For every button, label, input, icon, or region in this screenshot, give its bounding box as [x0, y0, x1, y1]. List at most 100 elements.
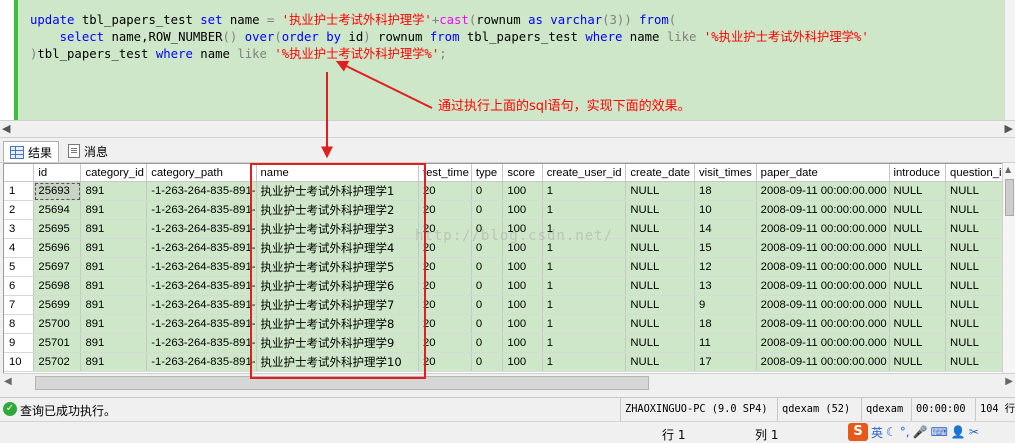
table-cell[interactable]: 17 — [694, 352, 757, 372]
column-header[interactable]: score — [502, 164, 543, 182]
corner-header[interactable] — [4, 164, 35, 182]
table-cell[interactable]: 100 — [502, 238, 543, 258]
table-cell[interactable]: 0 — [471, 352, 504, 372]
table-cell[interactable]: NULL — [889, 352, 947, 372]
table-cell[interactable]: 891 — [80, 181, 148, 201]
ime-toolbar[interactable]: S 英 ☾ °, 🎤 ⌨ 👤 ✂ — [848, 423, 979, 441]
column-header[interactable]: visit_times — [694, 164, 757, 182]
grid-vertical-scrollbar[interactable]: ▲ — [1002, 163, 1015, 373]
table-cell[interactable]: NULL — [625, 257, 696, 277]
table-cell[interactable]: NULL — [625, 200, 696, 220]
table-cell[interactable]: 20 — [418, 314, 472, 334]
row-number[interactable]: 8 — [4, 314, 35, 334]
table-cell[interactable]: -1-263-264-835-891- — [146, 257, 257, 277]
table-cell[interactable]: 891 — [80, 219, 148, 239]
table-cell[interactable]: 25699 — [33, 295, 82, 315]
table-cell[interactable]: 0 — [471, 314, 504, 334]
scroll-left-icon[interactable]: ◀ — [4, 376, 12, 387]
table-cell[interactable]: 1 — [542, 219, 627, 239]
table-cell[interactable]: NULL — [889, 314, 947, 334]
column-header[interactable]: name — [256, 164, 420, 182]
column-header[interactable]: paper_date — [756, 164, 890, 182]
table-cell[interactable]: 11 — [694, 333, 757, 353]
table-cell[interactable]: 执业护士考试外科护理学10 — [256, 352, 420, 372]
scrollbar-thumb[interactable] — [1005, 179, 1014, 216]
table-cell[interactable]: 0 — [471, 257, 504, 277]
table-cell[interactable]: 18 — [694, 314, 757, 334]
row-number[interactable]: 10 — [4, 352, 35, 372]
table-cell[interactable]: NULL — [625, 314, 696, 334]
table-row[interactable]: 4 25696 891 -1-263-264-835-891- 执业护士考试外科… — [4, 238, 1015, 258]
table-cell[interactable]: NULL — [889, 257, 947, 277]
table-cell[interactable]: 执业护士考试外科护理学9 — [256, 333, 420, 353]
table-cell[interactable]: 执业护士考试外科护理学5 — [256, 257, 420, 277]
table-cell[interactable]: 25700 — [33, 314, 82, 334]
table-cell[interactable]: NULL — [889, 238, 947, 258]
column-header[interactable]: id — [33, 164, 82, 182]
table-cell[interactable]: 执业护士考试外科护理学3 — [256, 219, 420, 239]
table-cell[interactable]: 25696 — [33, 238, 82, 258]
table-cell[interactable]: NULL — [889, 333, 947, 353]
table-cell[interactable]: -1-263-264-835-891- — [146, 276, 257, 296]
scroll-right-icon[interactable]: ▶ — [1005, 122, 1013, 135]
table-cell[interactable]: 1 — [542, 333, 627, 353]
table-cell[interactable]: 2008-09-11 00:00:00.000 — [756, 257, 890, 277]
table-row[interactable]: 3 25695 891 -1-263-264-835-891- 执业护士考试外科… — [4, 219, 1015, 239]
table-cell[interactable]: 0 — [471, 181, 504, 201]
table-cell[interactable]: 0 — [471, 238, 504, 258]
table-cell[interactable]: 100 — [502, 200, 543, 220]
table-cell[interactable]: 2008-09-11 00:00:00.000 — [756, 181, 890, 201]
table-cell[interactable]: -1-263-264-835-891- — [146, 352, 257, 372]
table-row[interactable]: 7 25699 891 -1-263-264-835-891- 执业护士考试外科… — [4, 295, 1015, 315]
table-cell[interactable]: 执业护士考试外科护理学7 — [256, 295, 420, 315]
table-cell[interactable]: 2008-09-11 00:00:00.000 — [756, 295, 890, 315]
table-cell[interactable]: 25697 — [33, 257, 82, 277]
table-row[interactable]: 6 25698 891 -1-263-264-835-891- 执业护士考试外科… — [4, 276, 1015, 296]
table-cell[interactable]: 25694 — [33, 200, 82, 220]
table-cell[interactable]: 25702 — [33, 352, 82, 372]
row-number[interactable]: 1 — [4, 181, 35, 201]
table-cell[interactable]: 1 — [542, 181, 627, 201]
table-cell[interactable]: 20 — [418, 257, 472, 277]
table-cell[interactable]: NULL — [625, 181, 696, 201]
table-cell[interactable]: 18 — [694, 181, 757, 201]
table-cell[interactable]: 20 — [418, 276, 472, 296]
scroll-left-icon[interactable]: ◀ — [2, 122, 10, 135]
tab-messages[interactable]: 消息 — [62, 141, 114, 161]
table-cell[interactable]: NULL — [889, 219, 947, 239]
table-cell[interactable]: 9 — [694, 295, 757, 315]
table-cell[interactable]: NULL — [625, 333, 696, 353]
sql-code[interactable]: update tbl_papers_test set name = '执业护士考… — [30, 12, 869, 63]
user-icon[interactable]: 👤 — [951, 425, 966, 439]
table-cell[interactable]: 891 — [80, 238, 148, 258]
tab-results[interactable]: 结果 — [3, 141, 60, 162]
table-row[interactable]: 5 25697 891 -1-263-264-835-891- 执业护士考试外科… — [4, 257, 1015, 277]
table-cell[interactable]: 0 — [471, 333, 504, 353]
table-cell[interactable]: 12 — [694, 257, 757, 277]
table-cell[interactable]: 1 — [542, 200, 627, 220]
table-row[interactable]: 10 25702 891 -1-263-264-835-891- 执业护士考试外… — [4, 352, 1015, 372]
table-cell[interactable]: 1 — [542, 276, 627, 296]
table-cell[interactable]: 100 — [502, 219, 543, 239]
table-row[interactable]: 1 25693 891 -1-263-264-835-891- 执业护士考试外科… — [4, 181, 1015, 201]
table-cell[interactable]: 25701 — [33, 333, 82, 353]
table-cell[interactable]: NULL — [889, 276, 947, 296]
table-cell[interactable]: 20 — [418, 238, 472, 258]
table-cell[interactable]: 2008-09-11 00:00:00.000 — [756, 238, 890, 258]
row-number[interactable]: 2 — [4, 200, 35, 220]
table-cell[interactable]: NULL — [889, 295, 947, 315]
table-cell[interactable]: NULL — [625, 219, 696, 239]
table-row[interactable]: 9 25701 891 -1-263-264-835-891- 执业护士考试外科… — [4, 333, 1015, 353]
column-header[interactable]: category_id — [80, 164, 148, 182]
table-cell[interactable]: -1-263-264-835-891- — [146, 181, 257, 201]
row-number[interactable]: 6 — [4, 276, 35, 296]
table-cell[interactable]: 0 — [471, 276, 504, 296]
column-header[interactable]: test_time — [418, 164, 472, 182]
column-header[interactable]: create_user_id — [542, 164, 627, 182]
column-header[interactable]: create_date — [625, 164, 696, 182]
table-cell[interactable]: 100 — [502, 352, 543, 372]
table-cell[interactable]: NULL — [889, 200, 947, 220]
editor-vertical-scrollbar[interactable] — [1004, 0, 1015, 120]
table-cell[interactable]: 25695 — [33, 219, 82, 239]
table-cell[interactable]: 20 — [418, 200, 472, 220]
